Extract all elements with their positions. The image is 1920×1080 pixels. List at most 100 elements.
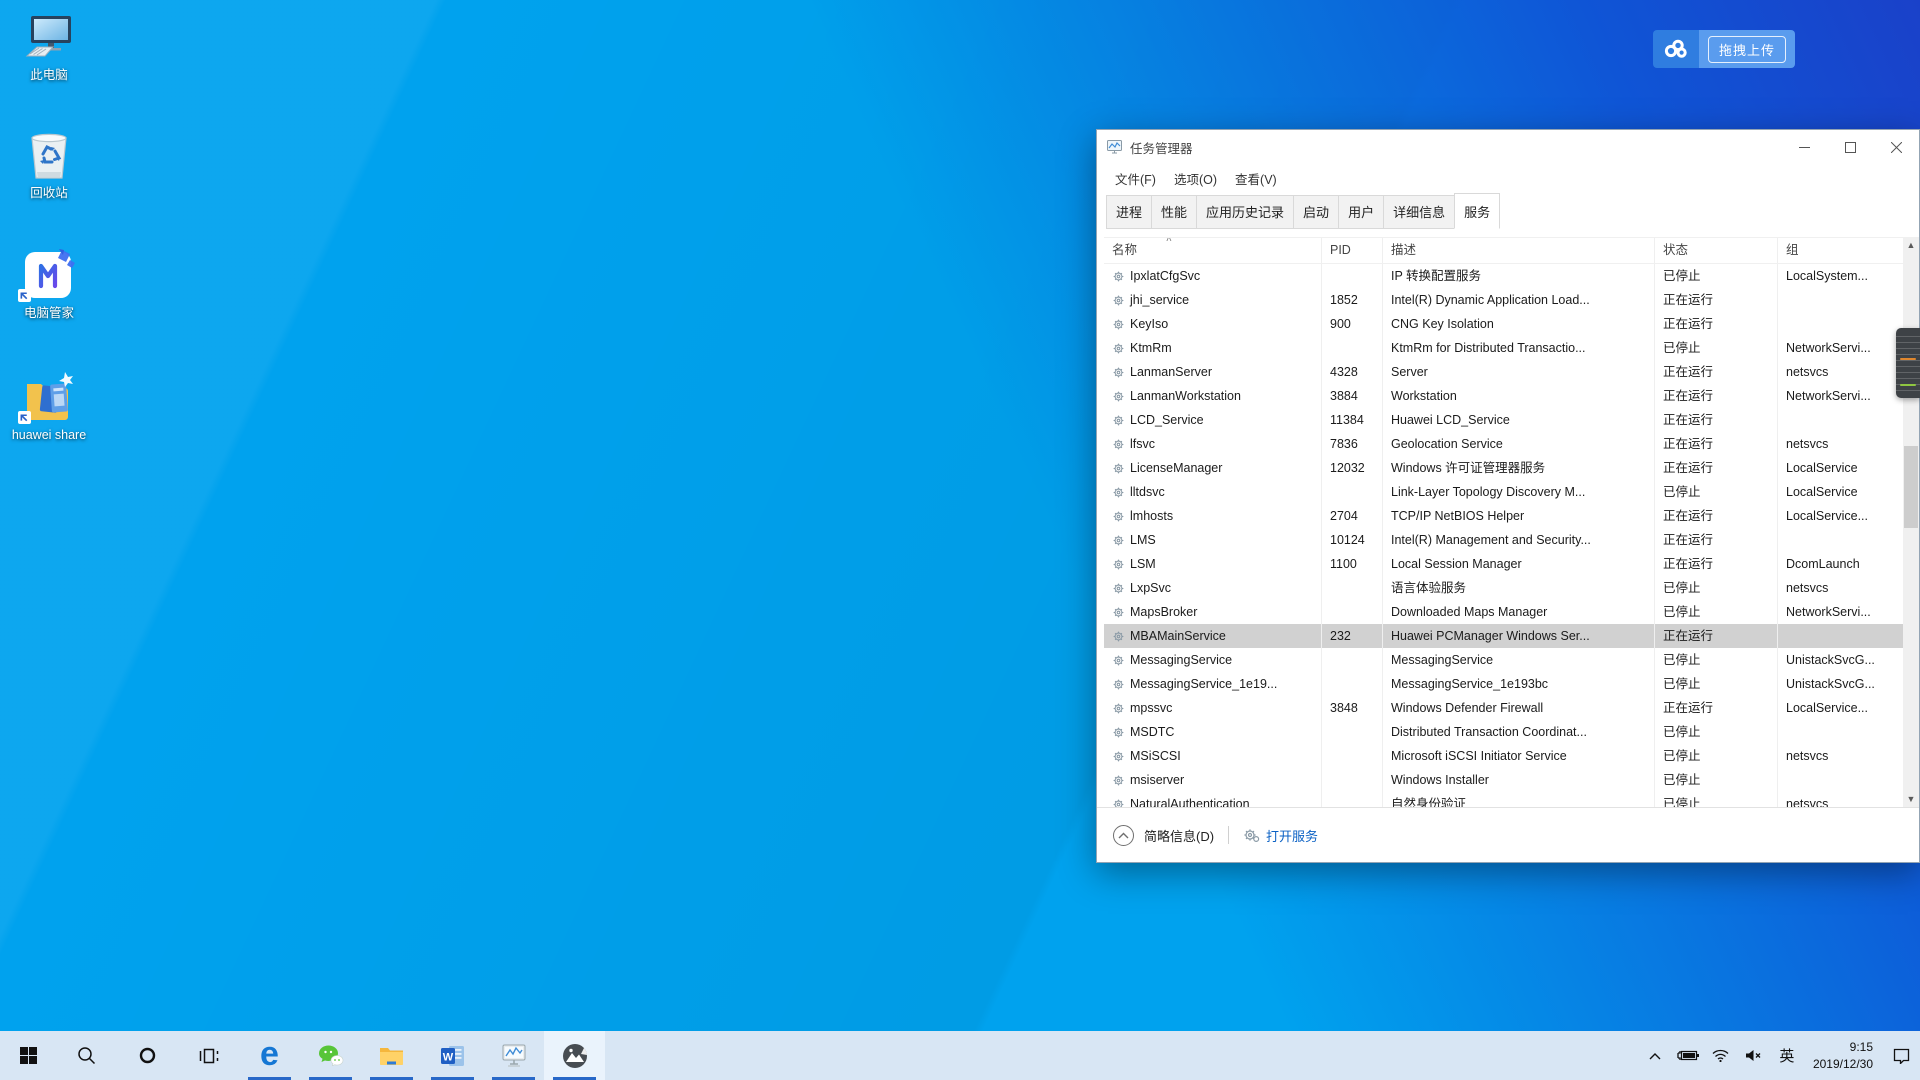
tab-users[interactable]: 用户 — [1338, 195, 1384, 229]
taskbar-wechat-button[interactable] — [300, 1031, 361, 1080]
tray-chevron-up-icon[interactable] — [1642, 1031, 1668, 1080]
service-pid-cell: 10124 — [1322, 528, 1383, 552]
wifi-icon[interactable] — [1708, 1031, 1734, 1080]
service-name-cell: LanmanWorkstation — [1104, 384, 1322, 408]
service-group-cell: DcomLaunch — [1778, 552, 1904, 576]
service-row[interactable]: LxpSvc语言体验服务已停止netsvcs — [1104, 576, 1904, 600]
tab-performance[interactable]: 性能 — [1151, 195, 1197, 229]
open-services-link[interactable]: 打开服务 — [1243, 826, 1318, 845]
scroll-up-icon[interactable]: ▲ — [1903, 237, 1919, 253]
service-row[interactable]: LCD_Service11384Huawei LCD_Service正在运行 — [1104, 408, 1904, 432]
desktop-icon-this-pc[interactable]: 此电脑 — [10, 12, 88, 84]
service-desc-cell: Windows Defender Firewall — [1383, 696, 1655, 720]
scrollbar-thumb[interactable] — [1904, 446, 1918, 528]
service-row[interactable]: MessagingService_1e19...MessagingService… — [1104, 672, 1904, 696]
column-header-2[interactable]: 描述 — [1383, 238, 1655, 263]
action-center-icon[interactable] — [1888, 1031, 1914, 1080]
service-row[interactable]: lmhosts2704TCP/IP NetBIOS Helper正在运行Loca… — [1104, 504, 1904, 528]
tab-bar: 进程性能应用历史记录启动用户详细信息服务 — [1097, 192, 1919, 229]
desktop-icon-pc-manager[interactable]: 电脑管家 — [10, 250, 88, 322]
service-pid-cell — [1322, 264, 1383, 288]
service-row[interactable]: IpxlatCfgSvcIP 转换配置服务已停止LocalSystem... — [1104, 264, 1904, 288]
clock[interactable]: 9:15 2019/12/30 — [1813, 1039, 1873, 1071]
service-row[interactable]: lfsvc7836Geolocation Service正在运行netsvcs — [1104, 432, 1904, 456]
task-manager-window: 任务管理器 文件(F)选项(O)查看(V) 进程性能应用历史记录启动用户详细信息… — [1096, 129, 1920, 863]
service-row[interactable]: LicenseManager12032Windows 许可证管理器服务正在运行L… — [1104, 456, 1904, 480]
menu-item[interactable]: 选项(O) — [1165, 165, 1226, 192]
tab-details[interactable]: 详细信息 — [1383, 195, 1455, 229]
tab-app-history[interactable]: 应用历史记录 — [1196, 195, 1294, 229]
service-row[interactable]: LanmanServer4328Server正在运行netsvcs — [1104, 360, 1904, 384]
column-header-1[interactable]: PID — [1322, 238, 1383, 263]
service-gear-icon — [1112, 750, 1125, 763]
service-gear-icon — [1112, 630, 1125, 643]
service-status-cell: 已停止 — [1655, 336, 1778, 360]
service-row[interactable]: KtmRmKtmRm for Distributed Transactio...… — [1104, 336, 1904, 360]
service-group-cell: LocalService — [1778, 480, 1904, 504]
column-header-0[interactable]: 名称˄ — [1104, 238, 1322, 263]
scroll-down-icon[interactable]: ▼ — [1903, 791, 1919, 807]
service-row[interactable]: mpssvc3848Windows Defender Firewall正在运行L… — [1104, 696, 1904, 720]
service-group-cell: NetworkServi... — [1778, 600, 1904, 624]
service-status-cell: 正在运行 — [1655, 552, 1778, 576]
service-name-cell: MSiSCSI — [1104, 744, 1322, 768]
service-name-cell: MSDTC — [1104, 720, 1322, 744]
start-button[interactable] — [0, 1031, 56, 1080]
service-row[interactable]: NaturalAuthentication自然身份验证已停止netsvcs — [1104, 792, 1904, 807]
table-header: 名称˄PID描述状态组 — [1104, 238, 1904, 264]
services-table: 名称˄PID描述状态组 IpxlatCfgSvcIP 转换配置服务已停止Loca… — [1104, 237, 1904, 807]
service-row[interactable]: KeyIso900CNG Key Isolation正在运行 — [1104, 312, 1904, 336]
fewer-details-button[interactable]: 简略信息(D) — [1144, 826, 1214, 845]
service-pid-cell: 7836 — [1322, 432, 1383, 456]
desktop-icon-recycle-bin[interactable]: 回收站 — [10, 130, 88, 202]
title-bar[interactable]: 任务管理器 — [1097, 130, 1919, 164]
footer-divider — [1228, 826, 1229, 844]
service-name-cell: LCD_Service — [1104, 408, 1322, 432]
cortana-button[interactable] — [117, 1031, 178, 1080]
service-desc-cell: IP 转换配置服务 — [1383, 264, 1655, 288]
taskbar-active-app-button[interactable] — [544, 1031, 605, 1080]
service-row[interactable]: MessagingServiceMessagingService已停止Unist… — [1104, 648, 1904, 672]
service-row[interactable]: LMS10124Intel(R) Management and Security… — [1104, 528, 1904, 552]
service-row[interactable]: MapsBrokerDownloaded Maps Manager已停止Netw… — [1104, 600, 1904, 624]
tab-processes[interactable]: 进程 — [1106, 195, 1152, 229]
taskbar-word-button[interactable]: W — [422, 1031, 483, 1080]
column-header-3[interactable]: 状态 — [1655, 238, 1778, 263]
volume-muted-icon[interactable] — [1741, 1031, 1767, 1080]
taskbar-edge-button[interactable]: e — [239, 1031, 300, 1080]
close-button[interactable] — [1873, 130, 1919, 164]
service-row[interactable]: MBAMainService232Huawei PCManager Window… — [1104, 624, 1904, 648]
desktop-icon-huawei-share[interactable]: huawei share — [10, 372, 88, 444]
tab-services[interactable]: 服务 — [1454, 193, 1500, 229]
tab-startup[interactable]: 启动 — [1293, 195, 1339, 229]
service-pid-cell — [1322, 792, 1383, 807]
edge-dock-widget[interactable] — [1896, 328, 1920, 398]
service-row[interactable]: LSM1100Local Session Manager正在运行DcomLaun… — [1104, 552, 1904, 576]
column-header-4[interactable]: 组 — [1778, 238, 1904, 263]
service-row[interactable]: MSiSCSIMicrosoft iSCSI Initiator Service… — [1104, 744, 1904, 768]
maximize-button[interactable] — [1827, 130, 1873, 164]
search-button[interactable] — [56, 1031, 117, 1080]
taskbar-task-manager-button[interactable] — [483, 1031, 544, 1080]
ime-indicator[interactable]: 英 — [1774, 1045, 1800, 1066]
service-gear-icon — [1112, 486, 1125, 499]
taskbar-explorer-button[interactable] — [361, 1031, 422, 1080]
service-row[interactable]: lltdsvcLink-Layer Topology Discovery M..… — [1104, 480, 1904, 504]
menu-item[interactable]: 查看(V) — [1226, 165, 1286, 192]
battery-icon[interactable] — [1675, 1031, 1701, 1080]
baidu-netdisk-upload-widget[interactable]: 拖拽上传 — [1653, 30, 1795, 68]
service-row[interactable]: LanmanWorkstation3884Workstation正在运行Netw… — [1104, 384, 1904, 408]
service-row[interactable]: MSDTCDistributed Transaction Coordinat..… — [1104, 720, 1904, 744]
vertical-scrollbar[interactable]: ▲ ▼ — [1903, 237, 1919, 807]
service-row[interactable]: msiserverWindows Installer已停止 — [1104, 768, 1904, 792]
task-view-button[interactable] — [178, 1031, 239, 1080]
service-gear-icon — [1112, 606, 1125, 619]
drag-upload-button[interactable]: 拖拽上传 — [1699, 30, 1795, 68]
service-pid-cell — [1322, 576, 1383, 600]
menu-item[interactable]: 文件(F) — [1106, 165, 1165, 192]
service-name-cell: LSM — [1104, 552, 1322, 576]
service-status-cell: 正在运行 — [1655, 504, 1778, 528]
clock-time: 9:15 — [1813, 1039, 1873, 1055]
service-row[interactable]: jhi_service1852Intel(R) Dynamic Applicat… — [1104, 288, 1904, 312]
minimize-button[interactable] — [1781, 130, 1827, 164]
